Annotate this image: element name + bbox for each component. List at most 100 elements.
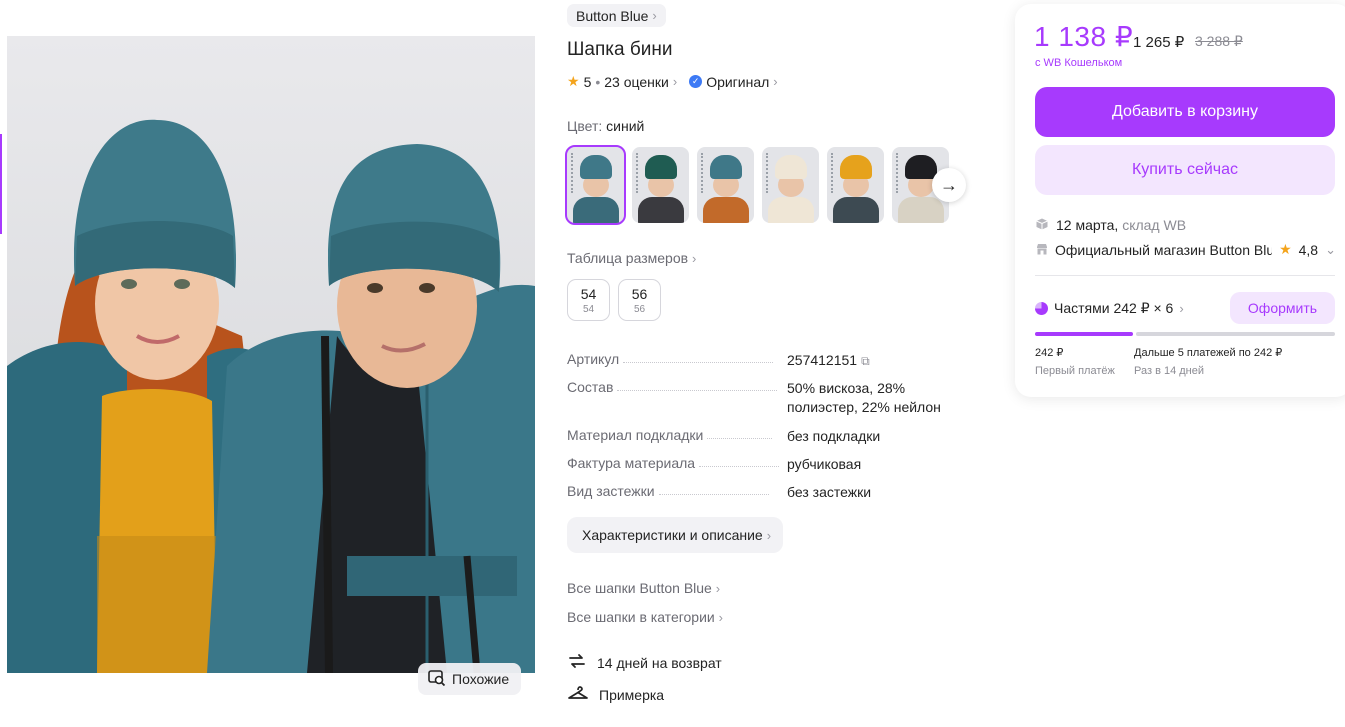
spec-row: Фактура материала рубчиковая [567,455,957,483]
shop-icon [1036,242,1048,258]
reviews-link[interactable]: 23 оценки [604,74,669,90]
divider [1035,275,1335,276]
spec-key: Артикул [567,351,624,379]
spec-row: Материал подкладки без подкладки [567,427,957,455]
color-thumbnail[interactable] [827,147,884,223]
chevron-down-icon: ⌄ [1325,241,1336,257]
chevron-right-icon: › [773,74,778,89]
size-value: 56 [631,285,648,302]
spec-value: без застежки [787,484,872,500]
color-label: Цвет: синий [567,118,644,134]
color-thumbnail[interactable] [762,147,819,223]
thumbnail-body [898,197,944,223]
return-info: 14 дней на возврат [567,651,722,674]
size-option-56[interactable]: 56 56 [618,279,661,321]
specs-table: Артикул 257412151 ⧉ Состав 50% вискоза, 2… [567,351,957,511]
delivery-info: 12 марта, склад WB [1036,217,1186,233]
gallery-accent-bar [0,134,2,234]
product-title: Шапка бини [567,39,673,60]
shop-info[interactable]: Официальный магазин Button Blue ★ 4,8 ⌄ [1036,241,1336,258]
size-sub: 56 [633,303,646,315]
price-wallet: 1 138 ₽ [1034,21,1134,52]
next-payments: Дальше 5 платежей по 242 ₽ [1134,347,1283,359]
verified-icon: ✓ [689,75,703,88]
thumbnail-hat [580,155,612,179]
all-category-hats-label: Все шапки в категории [567,609,715,625]
fitting-label: Примерка [599,686,665,703]
thumbnail-hat [905,155,937,179]
spec-leader [707,427,773,439]
description-button[interactable]: Характеристики и описание › [567,517,784,553]
spec-leader [658,483,769,495]
thumbnail-body [638,197,684,223]
all-brand-hats-label: Все шапки Button Blue [567,580,712,596]
installment-info[interactable]: Частями 242 ₽ × 6 › [1035,300,1184,317]
article-number: 257412151 [787,352,858,368]
next-payments-label: Раз в 14 дней [1134,365,1205,377]
thumbnail-body [768,197,814,223]
rating-row: ★ 5 • 23 оценки › ✓ Оригинал › [567,73,778,90]
star-icon: ★ [567,73,580,89]
all-category-hats-link[interactable]: Все шапки в категории › [567,609,723,625]
return-arrows-icon [567,651,587,674]
similar-label: Похожие [452,671,510,687]
thumbnail-body [573,197,619,223]
chevron-right-icon: › [766,527,772,543]
spec-leader [623,351,774,363]
color-label-text: Цвет: [567,118,603,134]
original-link[interactable]: Оригинал [706,74,769,90]
thumbnail-hat [840,155,872,179]
installment-label: Частями 242 ₽ × 6 [1054,300,1174,316]
brand-link[interactable]: Button Blue › [567,4,666,27]
delivery-date: 12 марта, [1056,217,1119,233]
installment-progress-rest [1136,332,1335,336]
spec-key: Материал подкладки [567,427,708,455]
size-table-link[interactable]: Таблица размеров › [567,250,696,266]
rating-value: 5 [583,73,592,90]
star-icon: ★ [1279,241,1292,257]
color-thumbnail[interactable] [697,147,754,223]
brand-name: Button Blue [576,7,649,24]
search-similar-icon [428,669,446,689]
spec-row: Артикул 257412151 ⧉ [567,351,957,379]
price-old: 3 288 ₽ [1195,33,1243,49]
thumbnails-next-button[interactable]: → [932,168,966,202]
copy-icon[interactable]: ⧉ [861,352,870,371]
first-payment: 242 ₽ [1035,347,1064,359]
size-sub: 54 [582,303,595,315]
photo-image [7,36,535,673]
color-value: синий [606,118,645,134]
add-to-cart-button[interactable]: Добавить в корзину [1035,87,1335,137]
chevron-right-icon: › [672,74,678,89]
first-payment-label: Первый платёж [1035,365,1115,377]
thumbnail-hat [710,155,742,179]
thumbnail-body [833,197,879,223]
spec-key: Состав [567,379,618,427]
product-photo[interactable]: Похожие [7,4,535,707]
color-thumbnail[interactable] [632,147,689,223]
chevron-right-icon: › [652,8,657,23]
shop-name: Официальный магазин Button Blue [1055,241,1273,258]
spec-value: 50% вискоза, 28% полиэстер, 22% нейлон [787,380,941,415]
buy-now-button[interactable]: Купить сейчас [1035,145,1335,195]
return-label: 14 дней на возврат [597,654,722,671]
thumbnail-hat [775,155,807,179]
color-thumbnail[interactable] [565,145,626,225]
wallet-note[interactable]: с WB Кошельком [1035,57,1122,69]
size-option-54[interactable]: 54 54 [567,279,610,321]
spec-row: Состав 50% вискоза, 28% полиэстер, 22% н… [567,379,957,427]
spec-value: без подкладки [787,428,881,444]
spec-value: 257412151 ⧉ [787,351,870,371]
all-brand-hats-link[interactable]: Все шапки Button Blue › [567,580,720,596]
spec-leader [617,379,778,391]
arrow-right-icon: → [940,174,958,195]
chevron-right-icon: › [718,610,723,625]
size-value: 54 [580,285,597,302]
installment-button[interactable]: Оформить [1230,292,1335,324]
similar-button[interactable]: Похожие [418,663,522,695]
price-regular: 1 265 ₽ [1133,34,1185,51]
separator-dot: • [595,73,601,90]
fitting-info: Примерка [567,684,664,705]
hanger-icon [567,684,589,705]
shop-rating: 4,8 [1298,241,1319,258]
